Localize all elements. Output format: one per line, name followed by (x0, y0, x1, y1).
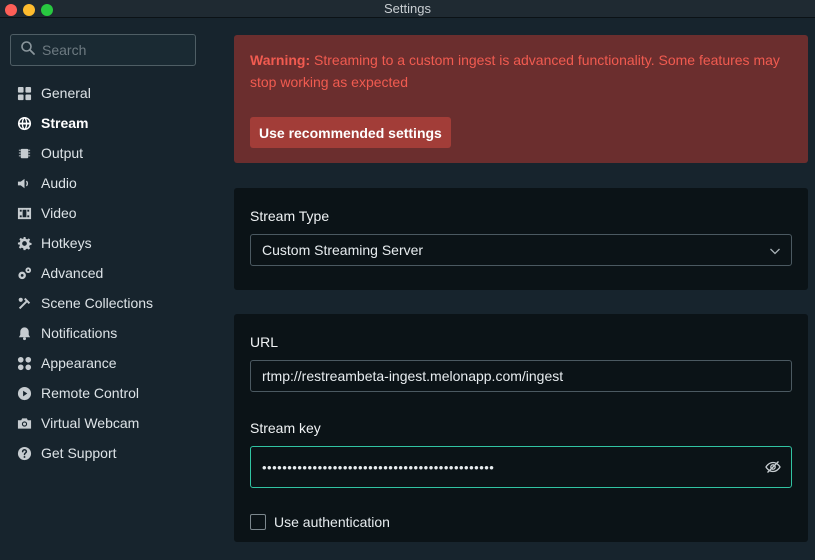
sidebar-item-remote-control[interactable]: Remote Control (0, 378, 210, 408)
stream-key-label: Stream key (250, 420, 321, 436)
eye-slash-icon[interactable] (765, 459, 781, 475)
search-icon (20, 40, 36, 61)
camera-icon (16, 415, 33, 432)
url-value: rtmp://restreambeta-ingest.melonapp.com/… (262, 368, 564, 384)
warning-banner: Warning: Streaming to a custom ingest is… (234, 35, 808, 163)
settings-nav: General Stream Output Audio Video Hotkey… (0, 78, 210, 468)
sidebar-item-label: Scene Collections (41, 295, 154, 311)
sidebar-item-video[interactable]: Video (0, 198, 210, 228)
use-recommended-settings-button[interactable]: Use recommended settings (250, 117, 451, 148)
url-field[interactable]: rtmp://restreambeta-ingest.melonapp.com/… (250, 360, 792, 392)
stream-type-label: Stream Type (250, 208, 330, 224)
sidebar-item-audio[interactable]: Audio (0, 168, 210, 198)
stream-type-select[interactable]: Custom Streaming Server (250, 234, 792, 266)
chip-icon (16, 145, 33, 162)
sidebar-item-virtual-webcam[interactable]: Virtual Webcam (0, 408, 210, 438)
stream-type-value: Custom Streaming Server (262, 242, 424, 258)
stream-key-field[interactable]: ••••••••••••••••••••••••••••••••••••••••… (250, 446, 792, 488)
sidebar-item-notifications[interactable]: Notifications (0, 318, 210, 348)
search-input[interactable] (42, 42, 192, 58)
sidebar-item-get-support[interactable]: Get Support (0, 438, 210, 468)
chevron-down-icon (769, 244, 781, 256)
film-icon (16, 205, 33, 222)
sidebar-item-label: Appearance (41, 355, 117, 371)
gears-icon (16, 265, 33, 282)
sidebar-item-label: Virtual Webcam (41, 415, 140, 431)
sidebar-item-label: Remote Control (41, 385, 140, 401)
sidebar-item-advanced[interactable]: Advanced (0, 258, 210, 288)
sidebar-item-appearance[interactable]: Appearance (0, 348, 210, 378)
window-title: Settings (384, 1, 431, 16)
globe-icon (16, 115, 33, 132)
search-box[interactable] (10, 34, 196, 66)
stream-key-value: ••••••••••••••••••••••••••••••••••••••••… (262, 459, 495, 475)
sidebar-item-label: Video (41, 205, 77, 221)
title-bar: Settings (0, 0, 815, 18)
use-authentication-label: Use authentication (274, 514, 390, 530)
sidebar-item-label: Advanced (41, 265, 104, 281)
use-authentication-row[interactable]: Use authentication (250, 514, 390, 530)
stream-settings-panel: Warning: Streaming to a custom ingest is… (218, 19, 815, 560)
sidebar-item-label: Stream (41, 115, 89, 131)
sidebar-item-label: Notifications (41, 325, 118, 341)
play-circle-icon (16, 385, 33, 402)
sidebar-item-output[interactable]: Output (0, 138, 210, 168)
help-icon (16, 445, 33, 462)
server-settings-card: URL rtmp://restreambeta-ingest.melonapp.… (234, 314, 808, 542)
sidebar: General Stream Output Audio Video Hotkey… (0, 19, 210, 560)
sidebar-item-general[interactable]: General (0, 78, 210, 108)
sidebar-item-label: Hotkeys (41, 235, 92, 251)
bell-icon (16, 325, 33, 342)
warning-prefix: Warning: (250, 52, 311, 68)
warning-text: Warning: Streaming to a custom ingest is… (250, 49, 792, 93)
speaker-icon (16, 175, 33, 192)
gear-icon (16, 235, 33, 252)
warning-message: Streaming to a custom ingest is advanced… (250, 52, 780, 90)
url-label: URL (250, 334, 279, 350)
grid-icon (16, 85, 33, 102)
sidebar-item-hotkeys[interactable]: Hotkeys (0, 228, 210, 258)
sidebar-item-scene-collections[interactable]: Scene Collections (0, 288, 210, 318)
use-authentication-checkbox[interactable] (250, 514, 266, 530)
sidebar-item-stream[interactable]: Stream (0, 108, 210, 138)
palette-icon (16, 355, 33, 372)
sidebar-item-label: Output (41, 145, 84, 161)
sidebar-item-label: Audio (41, 175, 77, 191)
sidebar-item-label: Get Support (41, 445, 117, 461)
sidebar-item-label: General (41, 85, 91, 101)
tools-icon (16, 295, 33, 312)
stream-type-card: Stream Type Custom Streaming Server (234, 188, 808, 290)
